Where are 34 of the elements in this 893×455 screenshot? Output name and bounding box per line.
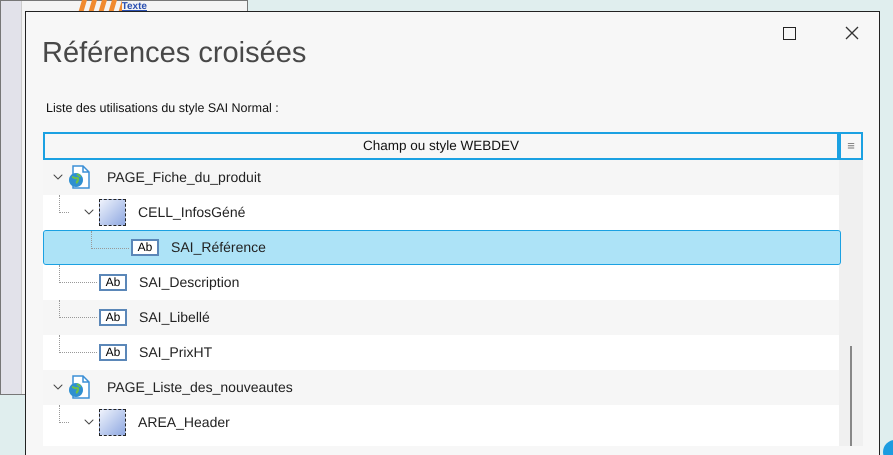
close-icon: [845, 26, 859, 40]
tree-item-label: PAGE_Fiche_du_produit: [107, 168, 261, 187]
tree-row[interactable]: PAGE_Fiche_du_produit: [43, 160, 839, 195]
tree-guide-line: [59, 300, 97, 318]
text-field-icon: Ab: [99, 344, 127, 361]
tree-item-label: AREA_Header: [138, 412, 230, 432]
column-menu-button[interactable]: ≡: [839, 132, 863, 160]
texte-link[interactable]: Texte: [122, 1, 147, 12]
scrollbar-thumb[interactable]: [850, 346, 852, 446]
web-page-icon: [68, 375, 90, 400]
tree-item-label: CELL_InfosGéné: [138, 202, 246, 222]
tree-item-label: SAI_PrixHT: [139, 342, 212, 362]
dialog-title: Références croisées: [42, 36, 306, 71]
web-page-icon: [68, 165, 90, 190]
tree-guide-line: [91, 230, 129, 249]
maximize-icon: [782, 26, 796, 40]
text-field-icon: Ab: [99, 308, 127, 326]
cell-icon: [99, 198, 126, 226]
text-field-icon: Ab: [99, 274, 127, 291]
tree-guide-line: [59, 334, 97, 353]
cell-icon: [99, 408, 126, 436]
tree-item-label: PAGE_Liste_des_nouveautes: [107, 378, 293, 397]
tree-guide-line: [59, 264, 97, 283]
tree-guide-line: [59, 404, 69, 423]
tree-row[interactable]: Ab SAI_Référence: [43, 230, 841, 265]
tree-item-label: SAI_Référence: [171, 238, 266, 257]
column-header[interactable]: Champ ou style WEBDEV: [43, 132, 839, 160]
tree-guide-line: [59, 194, 69, 213]
tree-item-label: SAI_Description: [139, 272, 240, 292]
text-field-icon: Ab: [131, 238, 159, 256]
tree-item-label: SAI_Libellé: [139, 308, 210, 327]
usage-label: Liste des utilisations du style SAI Normal :: [46, 100, 280, 117]
tree-row[interactable]: PAGE_Liste_des_nouveautes: [43, 370, 839, 405]
tree-row[interactable]: Ab SAI_Libellé: [43, 300, 839, 335]
